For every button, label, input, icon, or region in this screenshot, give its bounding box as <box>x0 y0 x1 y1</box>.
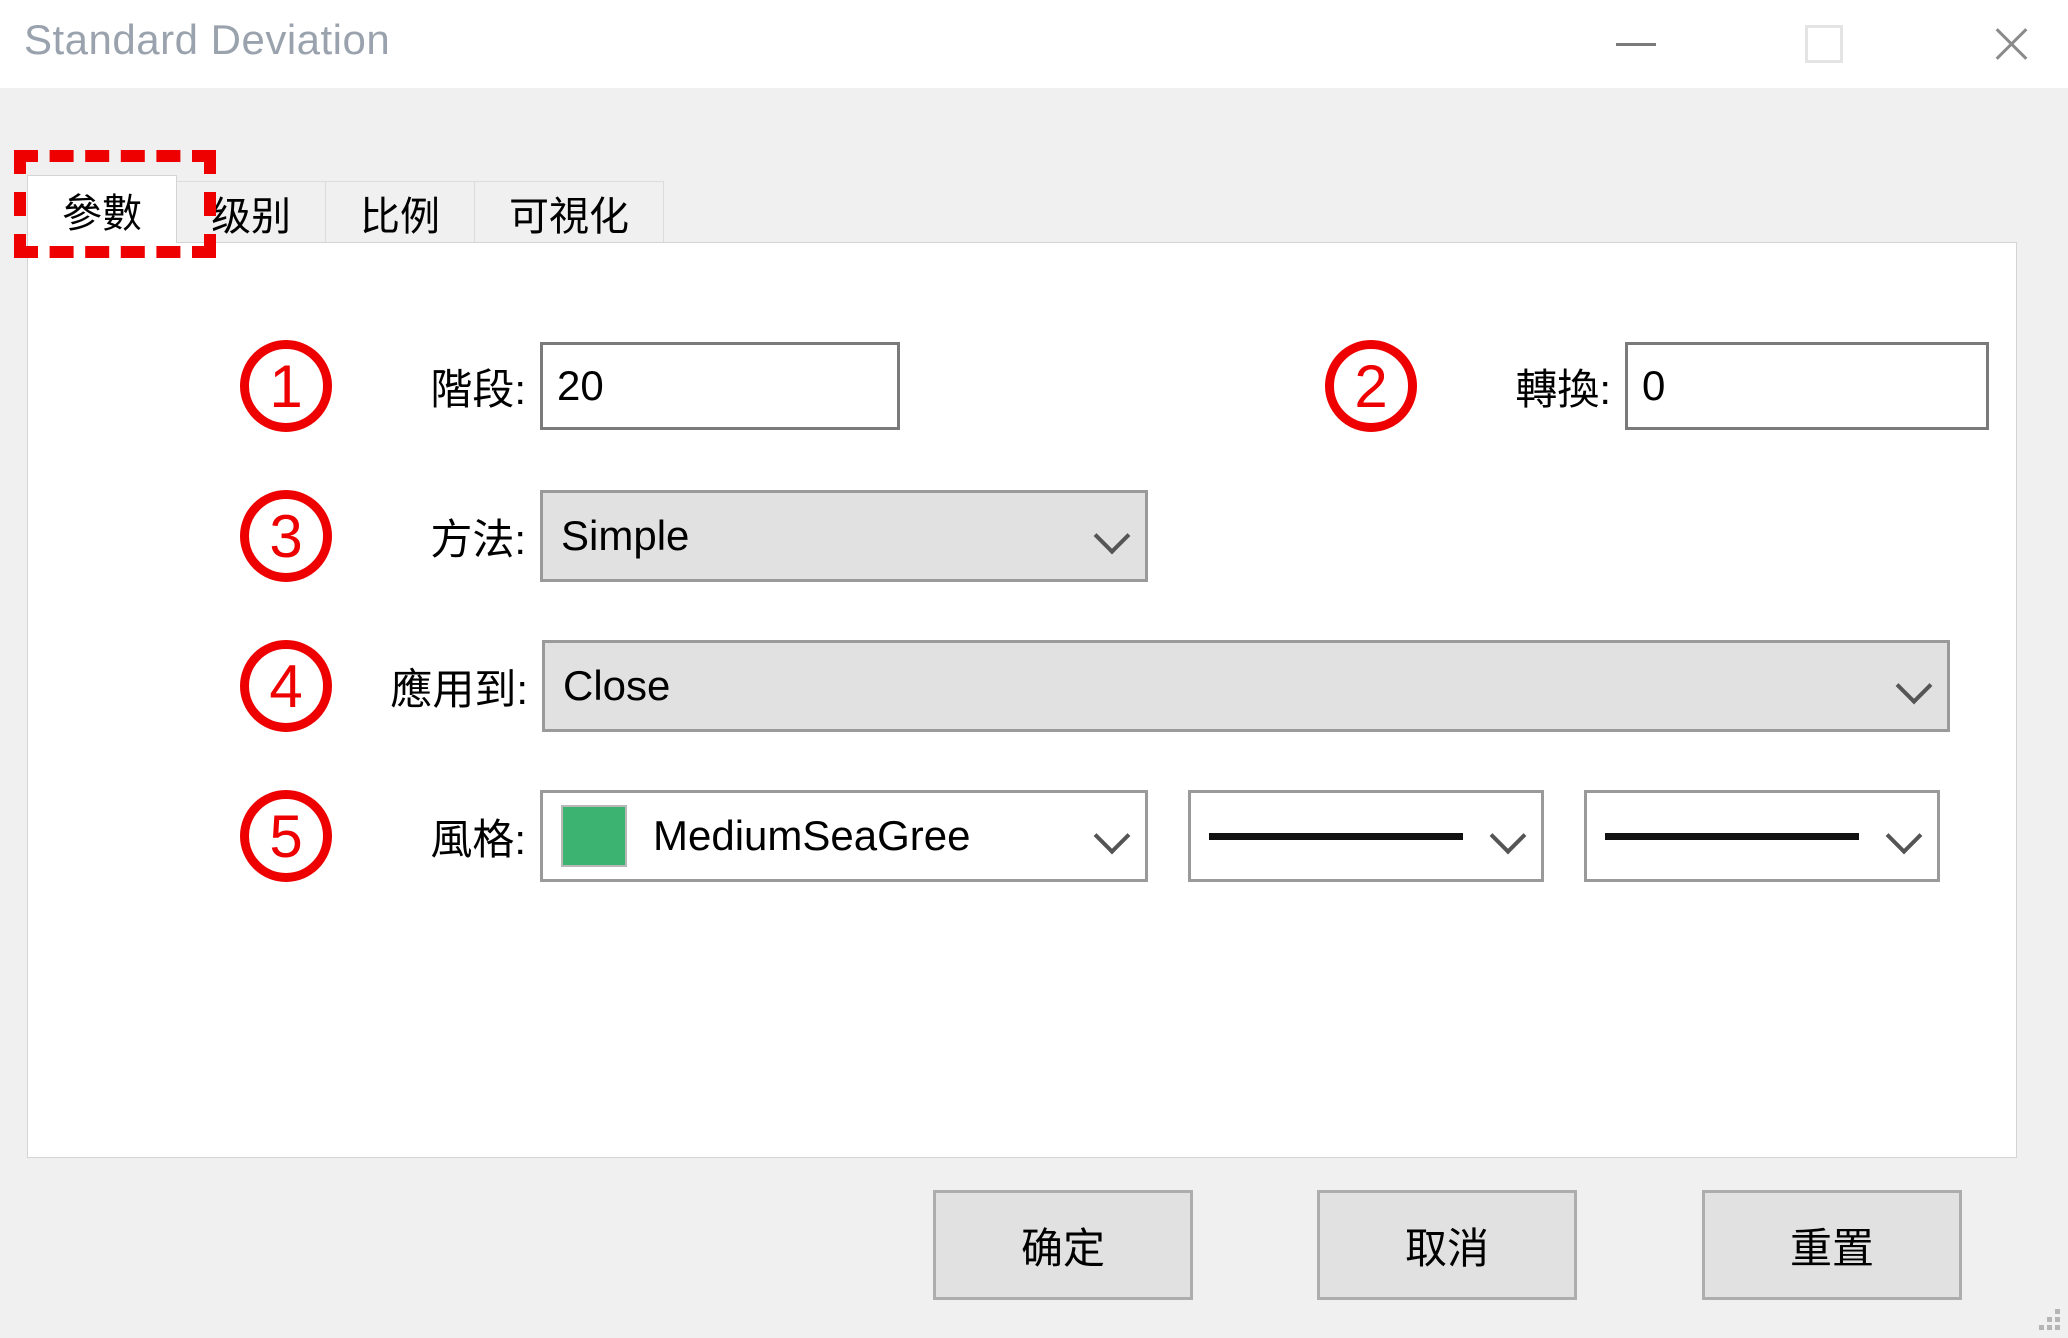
minimize-button[interactable] <box>1590 0 1682 88</box>
ok-button-label: 确定 <box>1020 1224 1105 1272</box>
close-icon <box>1989 23 2031 65</box>
shift-label: 轉換: <box>1515 365 1611 413</box>
maximize-button[interactable] <box>1778 0 1870 88</box>
tab-visualization-label: 可視化 <box>509 194 629 239</box>
row-shift: 2 轉換: 0 <box>1325 340 1989 432</box>
tab-levels[interactable]: 级别 <box>176 181 326 243</box>
tab-visualization[interactable]: 可視化 <box>474 181 664 243</box>
reset-button[interactable]: 重置 <box>1702 1190 1962 1300</box>
maximize-icon <box>1805 25 1843 63</box>
chevron-down-icon <box>1095 519 1129 553</box>
annotation-marker-3: 3 <box>240 490 332 582</box>
apply-to-label: 應用到: <box>390 665 528 713</box>
tab-parameters-label: 參數 <box>62 191 142 236</box>
shift-input[interactable]: 0 <box>1625 342 1989 430</box>
style-label: 風格: <box>430 815 526 863</box>
tab-levels-label: 级别 <box>211 194 291 239</box>
chevron-down-icon <box>1095 819 1129 853</box>
resize-grip[interactable] <box>2038 1308 2060 1330</box>
reset-button-label: 重置 <box>1789 1224 1874 1272</box>
window-title: Standard Deviation <box>24 16 391 63</box>
line-color-dropdown[interactable]: MediumSeaGree <box>540 790 1148 882</box>
cancel-button-label: 取消 <box>1404 1224 1489 1272</box>
period-label: 階段: <box>430 365 526 413</box>
shift-input-value: 0 <box>1642 362 1666 409</box>
color-swatch <box>561 805 627 867</box>
ok-button[interactable]: 确定 <box>933 1190 1193 1300</box>
tab-scale-label: 比例 <box>360 194 440 239</box>
row-style: 5 風格: MediumSeaGree <box>240 790 1940 882</box>
title-bar: Standard Deviation <box>0 0 2068 88</box>
method-dropdown[interactable]: Simple <box>540 490 1148 582</box>
annotation-marker-4: 4 <box>240 640 332 732</box>
method-label: 方法: <box>430 515 526 563</box>
minimize-icon <box>1616 42 1656 46</box>
annotation-marker-2: 2 <box>1325 340 1417 432</box>
close-button[interactable] <box>1964 0 2056 88</box>
apply-to-dropdown[interactable]: Close <box>542 640 1950 732</box>
annotation-marker-1: 1 <box>240 340 332 432</box>
chevron-down-icon <box>1887 819 1921 853</box>
method-dropdown-value: Simple <box>561 512 690 559</box>
line-style-dropdown[interactable] <box>1188 790 1544 882</box>
cancel-button[interactable]: 取消 <box>1317 1190 1577 1300</box>
standard-deviation-dialog: Standard Deviation 參數 级别 比例 可視化 1 階段: 20… <box>0 0 2068 1338</box>
row-period: 1 階段: 20 <box>240 340 900 432</box>
line-color-dropdown-value: MediumSeaGree <box>653 812 971 859</box>
row-method: 3 方法: Simple <box>240 490 1148 582</box>
apply-to-dropdown-value: Close <box>563 662 671 709</box>
row-apply-to: 4 應用到: Close <box>240 640 1950 732</box>
chevron-down-icon <box>1491 819 1525 853</box>
period-input-value: 20 <box>557 362 604 409</box>
solid-line-icon <box>1605 832 1859 840</box>
line-width-dropdown[interactable] <box>1584 790 1940 882</box>
tab-bar: 參數 级别 比例 可視化 <box>27 175 664 243</box>
annotation-marker-5: 5 <box>240 790 332 882</box>
period-input[interactable]: 20 <box>540 342 900 430</box>
chevron-down-icon <box>1897 669 1931 703</box>
tab-scale[interactable]: 比例 <box>325 181 475 243</box>
solid-line-icon <box>1209 832 1463 840</box>
tab-parameters[interactable]: 參數 <box>27 175 177 243</box>
